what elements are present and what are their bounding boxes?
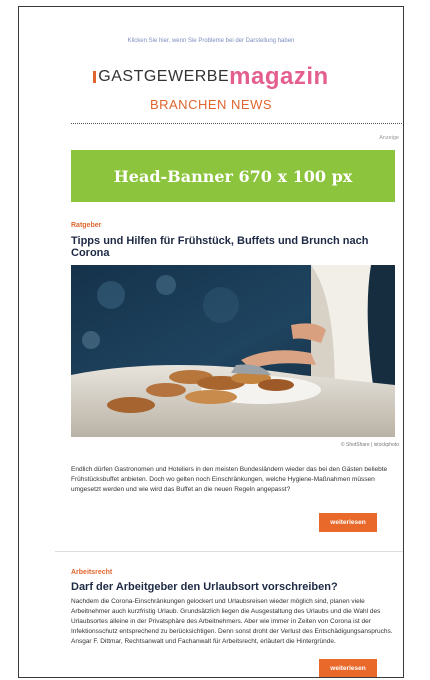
header-divider bbox=[71, 123, 402, 124]
head-banner-text: Head-Banner 670 x 100 px bbox=[113, 166, 353, 186]
image-credit: © ShotShare | istockphoto bbox=[340, 442, 399, 448]
logo-word-gastgewerbe: GASTGEWERBE bbox=[98, 68, 230, 85]
newsletter-frame: Klicken Sie hier, wenn Sie Probleme bei … bbox=[18, 6, 404, 678]
article-title[interactable]: Darf der Arbeitgeber den Urlaubsort vors… bbox=[71, 581, 401, 593]
head-banner-ad[interactable]: Head-Banner 670 x 100 px bbox=[71, 150, 395, 202]
buffet-photo[interactable] bbox=[71, 265, 395, 437]
buffet-photo-image bbox=[71, 265, 395, 437]
logo[interactable]: GASTGEWERBEmagazin bbox=[19, 64, 403, 90]
ad-label: Anzeige bbox=[379, 135, 399, 141]
article-teaser: Nachdem die Corona-Einschränkungen geloc… bbox=[71, 598, 393, 645]
logo-word-magazin: magazin bbox=[229, 63, 329, 90]
article-category: Arbeitsrecht bbox=[71, 569, 113, 576]
article-divider bbox=[55, 551, 403, 552]
view-in-browser-link[interactable]: Klicken Sie hier, wenn Sie Probleme bei … bbox=[19, 38, 403, 44]
newsletter-subtitle: BRANCHEN NEWS bbox=[149, 97, 273, 112]
article-category: Ratgeber bbox=[71, 222, 102, 229]
article-teaser: Endlich dürfen Gastronomen und Hoteliers… bbox=[71, 466, 388, 493]
logo-bar-icon bbox=[93, 71, 97, 83]
read-more-button[interactable]: weiterlesen bbox=[319, 513, 377, 532]
read-more-button[interactable]: weiterlesen bbox=[319, 659, 377, 677]
article-title[interactable]: Tipps und Hilfen für Frühstück, Buffets … bbox=[71, 235, 391, 259]
